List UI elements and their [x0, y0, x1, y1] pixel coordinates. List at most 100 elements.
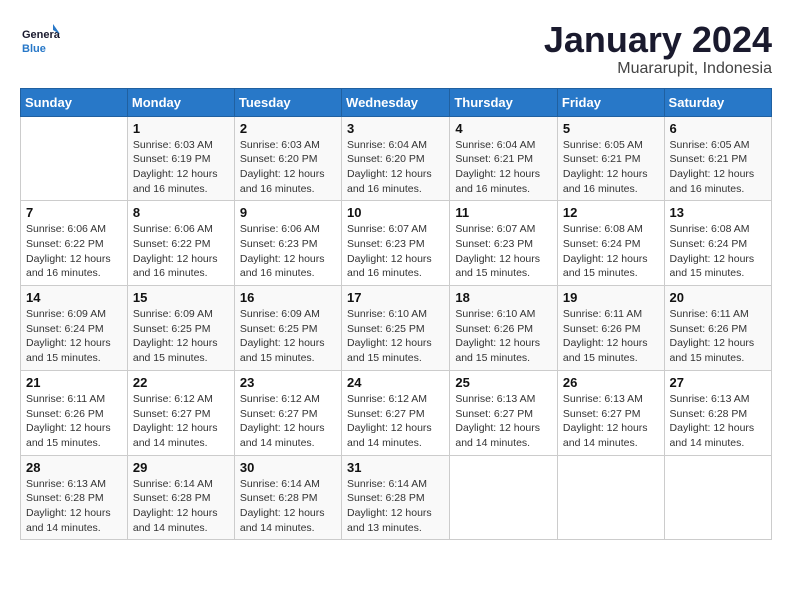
calendar-cell: 11 Sunrise: 6:07 AM Sunset: 6:23 PM Dayli… [450, 201, 558, 286]
logo: General Blue [20, 20, 60, 60]
day-number: 19 [563, 290, 659, 305]
page-header: General Blue January 2024 Muararupit, In… [20, 20, 772, 78]
col-sunday: Sunday [21, 88, 128, 116]
day-number: 21 [26, 375, 122, 390]
calendar-cell: 21Sunrise: 6:11 AM Sunset: 6:26 PM Dayli… [21, 370, 128, 455]
day-number: 15 [133, 290, 229, 305]
day-info: Sunrise: 6:12 AM Sunset: 6:27 PM Dayligh… [133, 392, 229, 451]
day-info: Sunrise: 6:03 AM Sunset: 6:19 PM Dayligh… [133, 138, 229, 197]
calendar-week-row-4: 21Sunrise: 6:11 AM Sunset: 6:26 PM Dayli… [21, 370, 772, 455]
calendar-cell: 2Sunrise: 6:03 AM Sunset: 6:20 PM Daylig… [234, 116, 341, 201]
day-number: 8 [133, 205, 229, 220]
day-number: 3 [347, 121, 444, 136]
day-info: Sunrise: 6:14 AM Sunset: 6:28 PM Dayligh… [133, 477, 229, 536]
calendar-week-row-2: 7Sunrise: 6:06 AM Sunset: 6:22 PM Daylig… [21, 201, 772, 286]
day-number: 20 [670, 290, 766, 305]
logo-svg: General Blue [20, 20, 60, 60]
day-info: Sunrise: 6:03 AM Sunset: 6:20 PM Dayligh… [240, 138, 336, 197]
day-info: Sunrise: 6:13 AM Sunset: 6:28 PM Dayligh… [670, 392, 766, 451]
calendar-cell: 8 Sunrise: 6:06 AM Sunset: 6:22 PM Daylig… [127, 201, 234, 286]
calendar-cell: 31 Sunrise: 6:14 AM Sunset: 6:28 PM Dayli… [342, 455, 450, 540]
col-tuesday: Tuesday [234, 88, 341, 116]
calendar-cell: 22 Sunrise: 6:12 AM Sunset: 6:27 PM Dayli… [127, 370, 234, 455]
day-info: Sunrise: 6:09 AM Sunset: 6:24 PM Dayligh… [26, 307, 122, 366]
col-friday: Friday [557, 88, 664, 116]
day-number: 24 [347, 375, 444, 390]
calendar-cell [664, 455, 771, 540]
calendar-cell: 13 Sunrise: 6:08 AM Sunset: 6:24 PM Dayli… [664, 201, 771, 286]
day-number: 25 [455, 375, 552, 390]
calendar-cell: 9 Sunrise: 6:06 AM Sunset: 6:23 PM Daylig… [234, 201, 341, 286]
calendar-cell: 18 Sunrise: 6:10 AM Sunset: 6:26 PM Dayli… [450, 286, 558, 371]
day-number: 17 [347, 290, 444, 305]
day-info: Sunrise: 6:07 AM Sunset: 6:23 PM Dayligh… [455, 222, 552, 281]
calendar-cell: 28Sunrise: 6:13 AM Sunset: 6:28 PM Dayli… [21, 455, 128, 540]
calendar-week-row-5: 28Sunrise: 6:13 AM Sunset: 6:28 PM Dayli… [21, 455, 772, 540]
calendar-cell: 30 Sunrise: 6:14 AM Sunset: 6:28 PM Dayli… [234, 455, 341, 540]
calendar-cell: 25 Sunrise: 6:13 AM Sunset: 6:27 PM Dayli… [450, 370, 558, 455]
calendar-week-row-1: 1Sunrise: 6:03 AM Sunset: 6:19 PM Daylig… [21, 116, 772, 201]
calendar-cell [450, 455, 558, 540]
calendar-cell: 20Sunrise: 6:11 AM Sunset: 6:26 PM Dayli… [664, 286, 771, 371]
day-number: 9 [240, 205, 336, 220]
calendar-cell: 1Sunrise: 6:03 AM Sunset: 6:19 PM Daylig… [127, 116, 234, 201]
calendar-table: Sunday Monday Tuesday Wednesday Thursday… [20, 88, 772, 541]
day-info: Sunrise: 6:10 AM Sunset: 6:25 PM Dayligh… [347, 307, 444, 366]
day-number: 6 [670, 121, 766, 136]
day-number: 23 [240, 375, 336, 390]
calendar-cell: 19 Sunrise: 6:11 AM Sunset: 6:26 PM Dayli… [557, 286, 664, 371]
day-number: 31 [347, 460, 444, 475]
col-saturday: Saturday [664, 88, 771, 116]
day-info: Sunrise: 6:13 AM Sunset: 6:27 PM Dayligh… [455, 392, 552, 451]
day-info: Sunrise: 6:12 AM Sunset: 6:27 PM Dayligh… [240, 392, 336, 451]
day-number: 26 [563, 375, 659, 390]
day-info: Sunrise: 6:08 AM Sunset: 6:24 PM Dayligh… [563, 222, 659, 281]
day-number: 28 [26, 460, 122, 475]
svg-text:General: General [22, 29, 60, 41]
day-number: 12 [563, 205, 659, 220]
day-number: 16 [240, 290, 336, 305]
day-number: 30 [240, 460, 336, 475]
col-wednesday: Wednesday [342, 88, 450, 116]
calendar-cell: 16Sunrise: 6:09 AM Sunset: 6:25 PM Dayli… [234, 286, 341, 371]
calendar-header-row: Sunday Monday Tuesday Wednesday Thursday… [21, 88, 772, 116]
day-info: Sunrise: 6:12 AM Sunset: 6:27 PM Dayligh… [347, 392, 444, 451]
day-info: Sunrise: 6:06 AM Sunset: 6:23 PM Dayligh… [240, 222, 336, 281]
day-info: Sunrise: 6:14 AM Sunset: 6:28 PM Dayligh… [347, 477, 444, 536]
calendar-cell: 3 Sunrise: 6:04 AM Sunset: 6:20 PM Daylig… [342, 116, 450, 201]
day-info: Sunrise: 6:06 AM Sunset: 6:22 PM Dayligh… [133, 222, 229, 281]
day-number: 10 [347, 205, 444, 220]
day-info: Sunrise: 6:14 AM Sunset: 6:28 PM Dayligh… [240, 477, 336, 536]
calendar-cell [21, 116, 128, 201]
day-number: 14 [26, 290, 122, 305]
col-monday: Monday [127, 88, 234, 116]
calendar-cell: 17 Sunrise: 6:10 AM Sunset: 6:25 PM Dayli… [342, 286, 450, 371]
day-info: Sunrise: 6:07 AM Sunset: 6:23 PM Dayligh… [347, 222, 444, 281]
day-info: Sunrise: 6:10 AM Sunset: 6:26 PM Dayligh… [455, 307, 552, 366]
day-info: Sunrise: 6:08 AM Sunset: 6:24 PM Dayligh… [670, 222, 766, 281]
day-info: Sunrise: 6:05 AM Sunset: 6:21 PM Dayligh… [670, 138, 766, 197]
calendar-cell: 4 Sunrise: 6:04 AM Sunset: 6:21 PM Daylig… [450, 116, 558, 201]
calendar-cell: 26Sunrise: 6:13 AM Sunset: 6:27 PM Dayli… [557, 370, 664, 455]
day-info: Sunrise: 6:04 AM Sunset: 6:20 PM Dayligh… [347, 138, 444, 197]
title-block: January 2024 Muararupit, Indonesia [544, 20, 772, 78]
calendar-cell: 15 Sunrise: 6:09 AM Sunset: 6:25 PM Dayli… [127, 286, 234, 371]
calendar-week-row-3: 14 Sunrise: 6:09 AM Sunset: 6:24 PM Dayli… [21, 286, 772, 371]
day-info: Sunrise: 6:04 AM Sunset: 6:21 PM Dayligh… [455, 138, 552, 197]
day-info: Sunrise: 6:09 AM Sunset: 6:25 PM Dayligh… [133, 307, 229, 366]
day-number: 18 [455, 290, 552, 305]
day-info: Sunrise: 6:11 AM Sunset: 6:26 PM Dayligh… [563, 307, 659, 366]
day-number: 4 [455, 121, 552, 136]
calendar-cell: 24 Sunrise: 6:12 AM Sunset: 6:27 PM Dayli… [342, 370, 450, 455]
day-number: 11 [455, 205, 552, 220]
calendar-cell: 7Sunrise: 6:06 AM Sunset: 6:22 PM Daylig… [21, 201, 128, 286]
calendar-cell [557, 455, 664, 540]
col-thursday: Thursday [450, 88, 558, 116]
day-info: Sunrise: 6:05 AM Sunset: 6:21 PM Dayligh… [563, 138, 659, 197]
month-title: January 2024 [544, 20, 772, 60]
day-number: 5 [563, 121, 659, 136]
calendar-cell: 14 Sunrise: 6:09 AM Sunset: 6:24 PM Dayli… [21, 286, 128, 371]
day-number: 22 [133, 375, 229, 390]
day-number: 13 [670, 205, 766, 220]
day-number: 27 [670, 375, 766, 390]
